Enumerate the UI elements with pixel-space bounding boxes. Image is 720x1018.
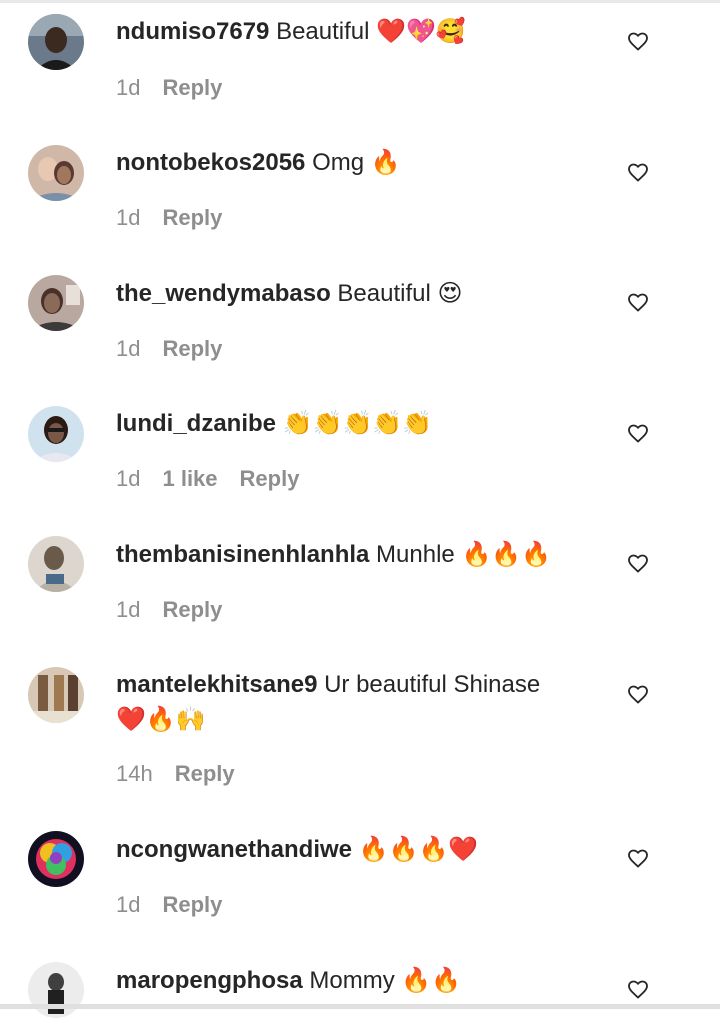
comment-text: the_wendymabaso Beautiful 😍: [116, 276, 596, 311]
comment-username[interactable]: nontobekos2056: [116, 149, 305, 176]
heart-outline-icon[interactable]: [626, 846, 650, 870]
comment-time: 1d: [116, 75, 141, 100]
heart-outline-icon[interactable]: [626, 421, 650, 445]
comment-emoji: ❤️💖🥰: [376, 17, 466, 45]
avatar[interactable]: [28, 275, 84, 331]
heart-outline-icon[interactable]: [626, 977, 650, 1001]
comment-text: lundi_dzanibe 👏👏👏👏👏: [116, 406, 596, 441]
avatar[interactable]: [28, 536, 84, 592]
comment-text: mantelekhitsane9 Ur beautiful Shinase ❤️…: [116, 668, 596, 737]
heart-outline-icon[interactable]: [626, 682, 650, 706]
top-divider: [0, 0, 720, 3]
comment-username[interactable]: lundi_dzanibe: [116, 410, 276, 437]
reply-button[interactable]: Reply: [240, 466, 300, 491]
comment-body: Beautiful: [276, 18, 370, 45]
comment-emoji: 🔥🔥🔥: [461, 540, 552, 568]
comment-text: thembanisinenhlanhla Munhle 🔥🔥🔥: [116, 537, 596, 572]
reply-button[interactable]: Reply: [162, 75, 222, 100]
likes-count[interactable]: 1 like: [162, 466, 217, 491]
reply-button[interactable]: Reply: [162, 205, 222, 230]
comment-meta: 1d Reply: [116, 891, 244, 919]
comment-username[interactable]: the_wendymabaso: [116, 280, 331, 307]
heart-outline-icon[interactable]: [626, 160, 650, 184]
comment-username[interactable]: mantelekhitsane9: [116, 671, 317, 698]
comment-username[interactable]: ndumiso7679: [116, 18, 269, 45]
comment-time: 1d: [116, 892, 141, 917]
comment-emoji: 👏👏👏👏👏: [282, 409, 433, 437]
avatar[interactable]: [28, 667, 84, 723]
comment-body: Ur beautiful Shinase: [324, 671, 541, 698]
reply-button[interactable]: Reply: [175, 761, 235, 786]
comment-meta: 1d Reply: [116, 74, 244, 102]
avatar[interactable]: [28, 962, 84, 1018]
comment-emoji: 🔥🔥: [401, 966, 462, 994]
comment-username[interactable]: maropengphosa: [116, 967, 303, 994]
comment-emoji: 🔥: [370, 148, 401, 176]
reply-button[interactable]: Reply: [162, 892, 222, 917]
avatar[interactable]: [28, 406, 84, 462]
comment-body: Mommy: [309, 967, 395, 994]
heart-outline-icon[interactable]: [626, 290, 650, 314]
comment-emoji: ❤️🔥🙌: [116, 705, 206, 733]
avatar[interactable]: [28, 831, 84, 887]
comment-body: Omg: [312, 149, 365, 176]
comment-time: 1d: [116, 597, 141, 622]
avatar[interactable]: [28, 14, 84, 70]
comment-body: Beautiful: [337, 280, 431, 307]
comment-username[interactable]: thembanisinenhlanhla: [116, 541, 369, 568]
comment-meta: 14h Reply: [116, 760, 257, 788]
comment-time: 1d: [116, 336, 141, 361]
comment-text: nontobekos2056 Omg 🔥: [116, 145, 596, 180]
comment-time: 14h: [116, 761, 153, 786]
comment-text: ndumiso7679 Beautiful ❤️💖🥰: [116, 14, 596, 49]
comment-text: ncongwanethandiwe 🔥🔥🔥❤️: [116, 832, 596, 867]
comment-meta: 1d Reply: [116, 204, 244, 232]
reply-button[interactable]: Reply: [162, 336, 222, 361]
heart-outline-icon[interactable]: [626, 551, 650, 575]
comment-meta: 1d Reply: [116, 596, 244, 624]
comment-time: 1d: [116, 205, 141, 230]
heart-outline-icon[interactable]: [626, 29, 650, 53]
comment-time: 1d: [116, 466, 141, 491]
comment-text: maropengphosa Mommy 🔥🔥: [116, 963, 596, 998]
reply-button[interactable]: Reply: [162, 597, 222, 622]
comment-meta: 1d Reply: [116, 335, 244, 363]
comment-emoji: 😍: [437, 279, 463, 307]
comment-emoji: 🔥🔥🔥❤️: [358, 835, 479, 863]
comment-body: Munhle: [376, 541, 455, 568]
comment-username[interactable]: ncongwanethandiwe: [116, 836, 352, 863]
comment-meta: 1d 1 like Reply: [116, 465, 321, 493]
bottom-divider: [0, 1004, 720, 1009]
avatar[interactable]: [28, 145, 84, 201]
